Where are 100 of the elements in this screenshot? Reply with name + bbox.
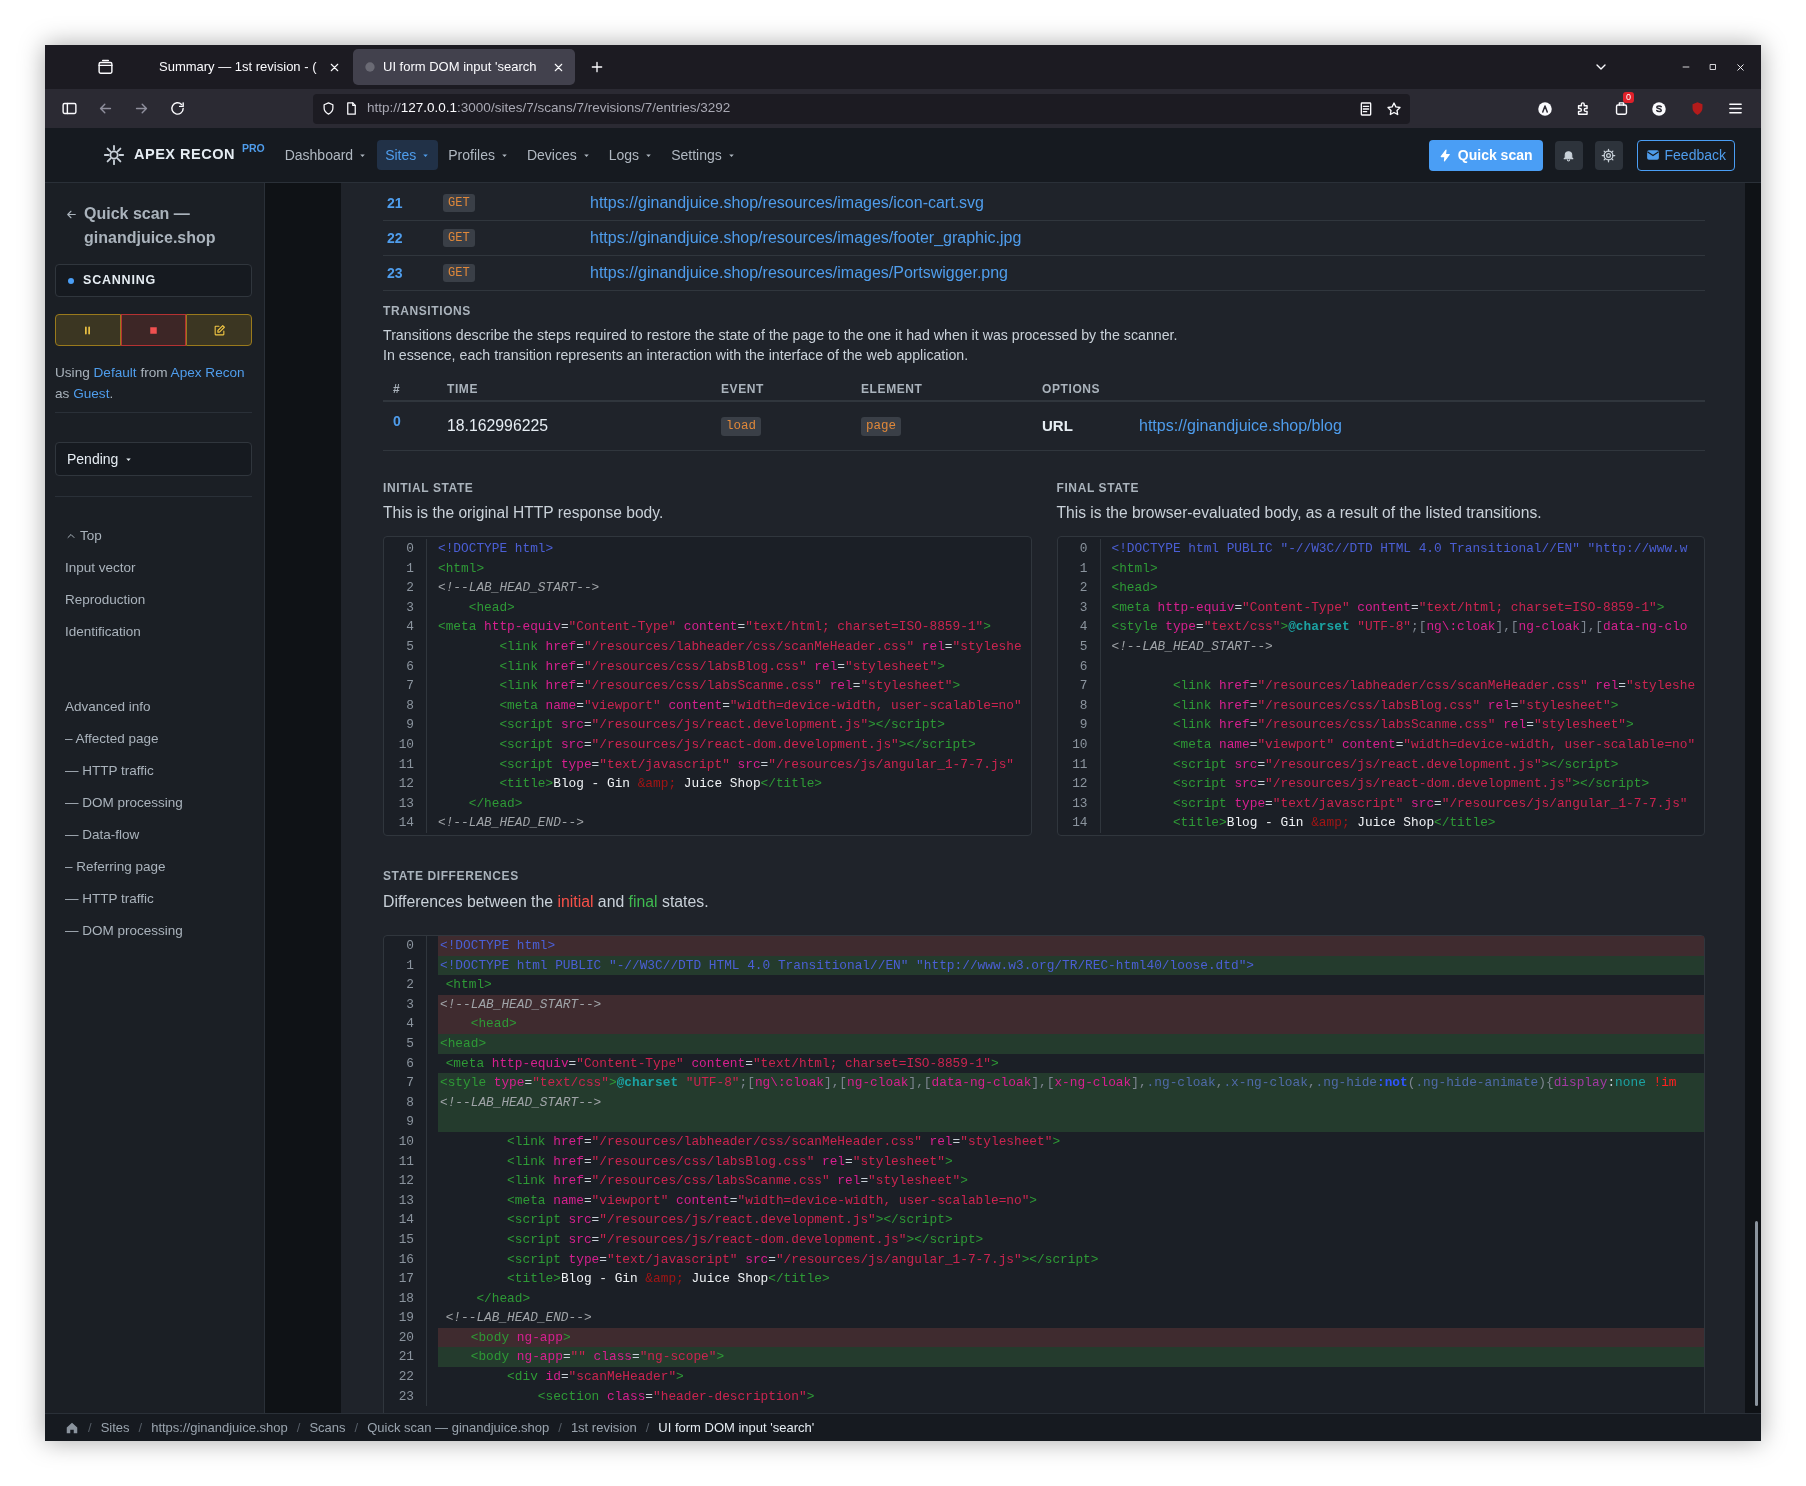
- section-heading: FINAL STATE: [1056, 480, 1140, 497]
- lightning-icon: [1438, 148, 1452, 162]
- bookmark-star-icon[interactable]: [1386, 100, 1402, 117]
- sidebar-nav-link[interactable]: — DOM processing: [65, 915, 183, 947]
- nav-menu-item[interactable]: Settings: [663, 140, 744, 170]
- code-line: <script type="text/javascript" src="/resources/js/angular_1-7-7.js"></script>: [506, 1250, 1099, 1269]
- line-number: 4: [406, 618, 414, 637]
- code-line: <!DOCTYPE html PUBLIC "-//W3C//DTD HTML 4.0 Transitional//EN" "http://www.w: [1111, 540, 1688, 558]
- shield-icon[interactable]: [321, 101, 336, 116]
- breadcrumb-link[interactable]: Scans: [309, 1417, 346, 1438]
- sidebar-nav-link[interactable]: Input vector: [65, 552, 136, 584]
- status-text: SCANNING: [83, 272, 157, 290]
- line-number: 12: [398, 1172, 414, 1191]
- code-line: <section class="header-description">: [536, 1387, 815, 1406]
- option-key: URL: [1042, 414, 1139, 438]
- new-tab-icon[interactable]: [589, 59, 605, 75]
- sidebar-nav-link[interactable]: — DOM processing: [65, 787, 183, 819]
- nav-menu-item[interactable]: Logs: [600, 140, 662, 170]
- code-line: <script src="/resources/js/react-dom.development.js"></script>: [1171, 775, 1650, 794]
- line-number: 18: [398, 1289, 414, 1308]
- sidebar-nav-link[interactable]: – Referring page: [65, 851, 166, 883]
- line-number: 4: [406, 1015, 414, 1034]
- profile-link[interactable]: Apex Recon: [170, 365, 245, 380]
- nav-menu-item[interactable]: Dashboard: [276, 140, 376, 170]
- section-heading: STATE DIFFERENCES: [383, 868, 519, 885]
- request-url-link[interactable]: https://ginandjuice.shop/resources/images/Portswigger.png: [590, 261, 1008, 285]
- request-url-link[interactable]: https://ginandjuice.shop/resources/images/footer_graphic.jpg: [590, 226, 1022, 250]
- settings-button[interactable]: [1594, 140, 1623, 170]
- nav-menu-item[interactable]: Devices: [518, 140, 599, 170]
- breadcrumb-separator: /: [138, 1418, 143, 1437]
- circle-logo-icon[interactable]: [1650, 99, 1668, 118]
- envelope-icon: [1645, 148, 1660, 162]
- sidebar-nav-link[interactable]: — HTTP traffic: [65, 755, 154, 787]
- settings-icon: [1601, 147, 1616, 163]
- edit-button[interactable]: [186, 314, 252, 346]
- line-number: 10: [1072, 735, 1088, 754]
- code-line: <script src="/resources/js/react.development.js"></script>: [506, 1211, 953, 1230]
- option-value-link[interactable]: https://ginandjuice.shop/blog: [1139, 414, 1342, 438]
- home-icon[interactable]: [65, 1420, 79, 1435]
- code-line: <script src="/resources/js/react.development.js"></script>: [498, 716, 945, 735]
- event-badge: load: [721, 416, 761, 436]
- request-number-link[interactable]: 22: [387, 227, 403, 249]
- reload-icon[interactable]: [168, 100, 186, 117]
- sidebar-icon[interactable]: [60, 100, 78, 117]
- tab-list-icon[interactable]: [97, 58, 114, 76]
- address-field[interactable]: http://127.0.0.1:3000/sites/7/scans/7/revisions/7/entries/3292: [313, 93, 1410, 124]
- request-url-link[interactable]: https://ginandjuice.shop/resources/images/icon-cart.svg: [590, 191, 984, 215]
- maximize-icon[interactable]: [1708, 62, 1718, 72]
- sidebar-nav-link[interactable]: – Affected page: [65, 723, 159, 755]
- browser-tab[interactable]: Summary — 1st revision - (: [129, 49, 351, 85]
- page-icon[interactable]: [344, 101, 359, 116]
- feedback-button[interactable]: Feedback: [1636, 139, 1735, 171]
- request-number-link[interactable]: 21: [387, 192, 403, 214]
- account-circle-icon[interactable]: [1536, 99, 1554, 118]
- breadcrumb-link[interactable]: Sites: [100, 1417, 130, 1438]
- notification-badge: 0: [1623, 92, 1634, 103]
- line-number: 14: [398, 814, 414, 833]
- line-number: 5: [406, 1034, 414, 1053]
- reader-view-icon[interactable]: [1358, 100, 1374, 117]
- filter-dropdown[interactable]: Pending: [55, 442, 252, 476]
- nav-menu-item[interactable]: Profiles: [440, 140, 517, 170]
- code-line: <head>: [1111, 579, 1158, 598]
- table-cell-text: 18.162996225: [447, 416, 549, 437]
- back-arrow-icon[interactable]: [65, 208, 78, 221]
- sidebar-nav-link[interactable]: Top: [65, 520, 102, 552]
- profile-link[interactable]: Default: [93, 365, 137, 380]
- line-number: 6: [406, 657, 414, 676]
- line-number: 4: [1079, 618, 1088, 637]
- browser-tab[interactable]: UI form DOM input 'search: [353, 49, 575, 85]
- breadcrumb-link[interactable]: 1st revision: [570, 1417, 637, 1438]
- breadcrumb-link[interactable]: UI form DOM input 'search': [658, 1417, 815, 1438]
- breadcrumb-separator: /: [354, 1418, 359, 1437]
- notifications-button[interactable]: [1554, 140, 1583, 170]
- sidebar-nav-link[interactable]: Identification: [65, 616, 141, 648]
- breadcrumb-link[interactable]: https://ginandjuice.shop: [151, 1417, 288, 1438]
- line-number: 19: [398, 1309, 414, 1328]
- breadcrumb-separator: /: [558, 1418, 562, 1437]
- code-line: <style type="text/css">@charset "UTF-8";[ng\:cloak],[ng-cloak],[data-ng-clo: [1111, 618, 1688, 637]
- stop-button[interactable]: [120, 314, 187, 346]
- code-line: <html>: [438, 559, 485, 578]
- code-line: <div id="scanMeHeader">: [506, 1368, 684, 1387]
- section-heading: TRANSITIONS: [383, 303, 471, 320]
- request-number-link[interactable]: 23: [387, 262, 403, 284]
- code-line: <!--LAB_HEAD_END-->: [444, 1309, 592, 1328]
- scrollbar-thumb[interactable]: [1755, 1221, 1758, 1406]
- nav-menu-item[interactable]: Sites: [377, 140, 439, 170]
- transition-index-link[interactable]: 0: [393, 410, 401, 432]
- sidebar-nav-link[interactable]: — HTTP traffic: [65, 883, 154, 915]
- code-line: <title>Blog - Gin &amp; Juice Shop</title>: [506, 1270, 830, 1289]
- line-number: 16: [398, 1250, 414, 1269]
- sidebar-nav-link[interactable]: Advanced info: [65, 691, 151, 723]
- sidebar-nav-link[interactable]: — Data-flow: [65, 819, 140, 851]
- line-number: 11: [398, 1152, 414, 1171]
- code-line: <script src="/resources/js/react-dom.development.js"></script>: [498, 735, 976, 754]
- sidebar-nav-link[interactable]: Reproduction: [65, 584, 146, 616]
- pause-button[interactable]: [55, 314, 121, 346]
- close-icon[interactable]: [1735, 61, 1746, 73]
- breadcrumb-link[interactable]: Quick scan — ginandjuice.shop: [367, 1417, 550, 1438]
- line-number: 2: [406, 976, 414, 995]
- line-number: 7: [406, 1074, 414, 1093]
